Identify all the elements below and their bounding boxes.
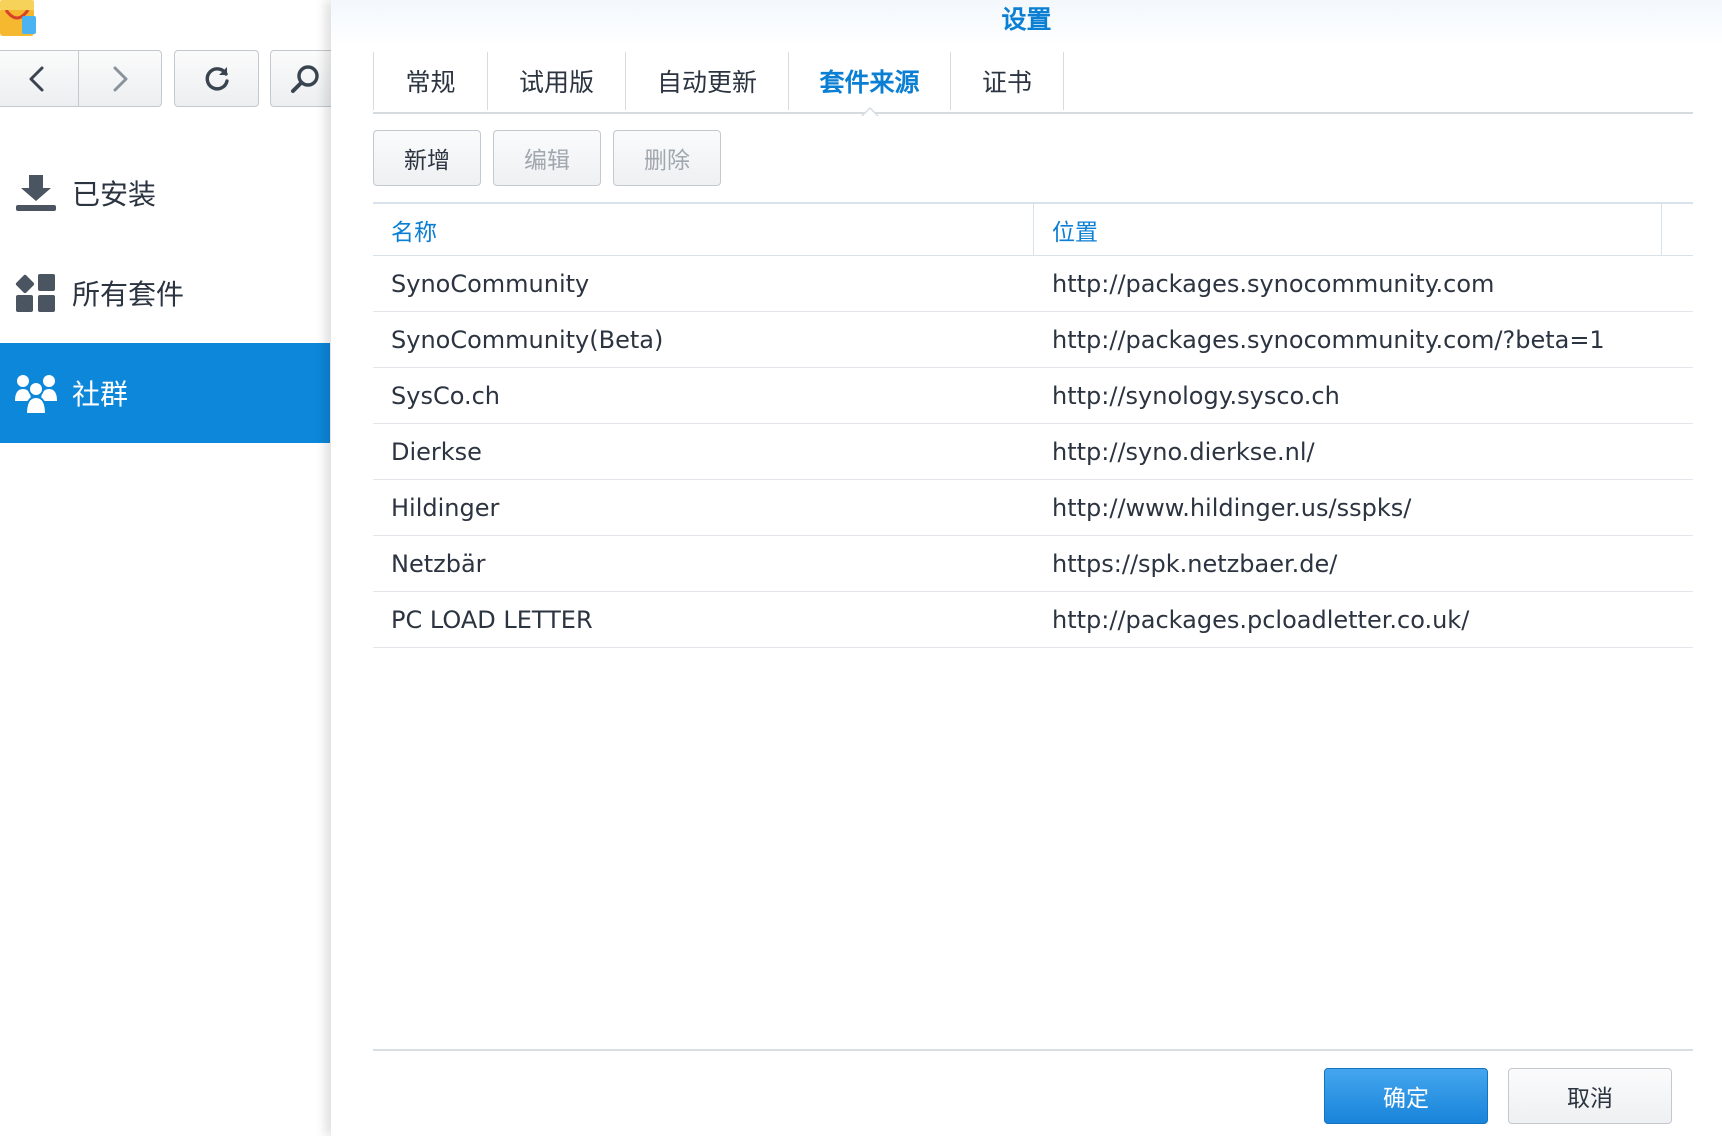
cancel-button[interactable]: 取消: [1508, 1068, 1672, 1124]
column-header-name[interactable]: 名称: [373, 204, 1034, 256]
delete-button[interactable]: 删除: [613, 130, 721, 186]
sidebar-item-community[interactable]: 社群: [0, 343, 330, 443]
tab-package-sources[interactable]: 套件来源: [788, 52, 950, 117]
add-button[interactable]: 新增: [373, 130, 481, 186]
cell-name: Hildinger: [391, 493, 500, 522]
cell-name: Dierkse: [391, 437, 482, 466]
tab-label: 试用版: [518, 68, 594, 97]
table-row[interactable]: Hildinger http://www.hildinger.us/sspks/: [373, 480, 1693, 536]
search-icon: [290, 64, 319, 93]
dialog-header: 设置: [331, 0, 1722, 48]
cell-location: https://spk.netzbaer.de/: [1052, 549, 1338, 578]
tab-label: 证书: [981, 68, 1032, 97]
sidebar-item-label: 已安装: [72, 178, 157, 211]
settings-dialog: 设置 常规 试用版 自动更新 套件来源 证书 新增 编辑 删除 名称 位置 Sy…: [331, 0, 1722, 1136]
cell-location: http://syno.dierkse.nl/: [1052, 437, 1315, 466]
table-row[interactable]: SynoCommunity http://packages.synocommun…: [373, 256, 1693, 312]
sidebar-item-label: 所有套件: [72, 278, 185, 311]
package-sources-table: 名称 位置 SynoCommunity http://packages.syno…: [373, 202, 1693, 648]
table-row[interactable]: PC LOAD LETTER http://packages.pcloadlet…: [373, 592, 1693, 648]
search-button[interactable]: [270, 50, 340, 107]
tab-bar: 常规 试用版 自动更新 套件来源 证书: [373, 52, 1693, 117]
table-header: 名称 位置: [373, 202, 1693, 256]
table-row[interactable]: SysCo.ch http://synology.sysco.ch: [373, 368, 1693, 424]
footer-divider: [373, 1049, 1693, 1051]
column-header-spacer: [1662, 204, 1693, 256]
cell-name: PC LOAD LETTER: [391, 605, 593, 634]
cell-location: http://synology.sysco.ch: [1052, 381, 1340, 410]
column-header-location[interactable]: 位置: [1034, 204, 1662, 256]
tab-certificate[interactable]: 证书: [950, 52, 1064, 110]
ok-button[interactable]: 确定: [1324, 1068, 1488, 1124]
back-button[interactable]: [0, 50, 79, 107]
cell-name: Netzbär: [391, 549, 486, 578]
cell-name: SysCo.ch: [391, 381, 500, 410]
package-center-panel: 已安装 所有套件 社群: [0, 0, 340, 1136]
active-tab-indicator: [860, 107, 879, 117]
chevron-right-icon: [113, 66, 128, 91]
cell-location: http://packages.pcloadletter.co.uk/: [1052, 605, 1470, 634]
tab-auto-update[interactable]: 自动更新: [625, 52, 788, 110]
community-icon: [14, 371, 58, 415]
table-row[interactable]: Dierkse http://syno.dierkse.nl/: [373, 424, 1693, 480]
cell-name: SynoCommunity: [391, 269, 590, 298]
tab-label: 套件来源: [819, 68, 920, 97]
package-center-icon: [0, 0, 40, 38]
refresh-icon: [205, 66, 229, 90]
tab-label: 常规: [405, 68, 456, 97]
sidebar: 已安装 所有套件 社群: [0, 143, 330, 443]
tab-label: 自动更新: [656, 68, 757, 97]
refresh-button[interactable]: [174, 50, 259, 107]
cell-name: SynoCommunity(Beta): [391, 325, 664, 354]
table-row[interactable]: Netzbär https://spk.netzbaer.de/: [373, 536, 1693, 592]
tab-beta[interactable]: 试用版: [487, 52, 625, 110]
grid-icon: [14, 271, 58, 315]
table-body: SynoCommunity http://packages.synocommun…: [373, 256, 1693, 648]
edit-button[interactable]: 编辑: [493, 130, 601, 186]
table-row[interactable]: SynoCommunity(Beta) http://packages.syno…: [373, 312, 1693, 368]
dialog-title: 设置: [1001, 5, 1052, 34]
download-icon: [14, 171, 58, 215]
chevron-left-icon: [29, 66, 43, 91]
forward-button[interactable]: [78, 50, 162, 107]
cell-location: http://www.hildinger.us/sspks/: [1052, 493, 1412, 522]
tab-general[interactable]: 常规: [373, 52, 487, 110]
sidebar-item-all-packages[interactable]: 所有套件: [0, 243, 330, 343]
toolbar: [0, 50, 340, 108]
cell-location: http://packages.synocommunity.com: [1052, 269, 1495, 298]
sidebar-item-label: 社群: [72, 378, 129, 411]
cell-location: http://packages.synocommunity.com/?beta=…: [1052, 325, 1605, 354]
sidebar-item-installed[interactable]: 已安装: [0, 143, 330, 243]
